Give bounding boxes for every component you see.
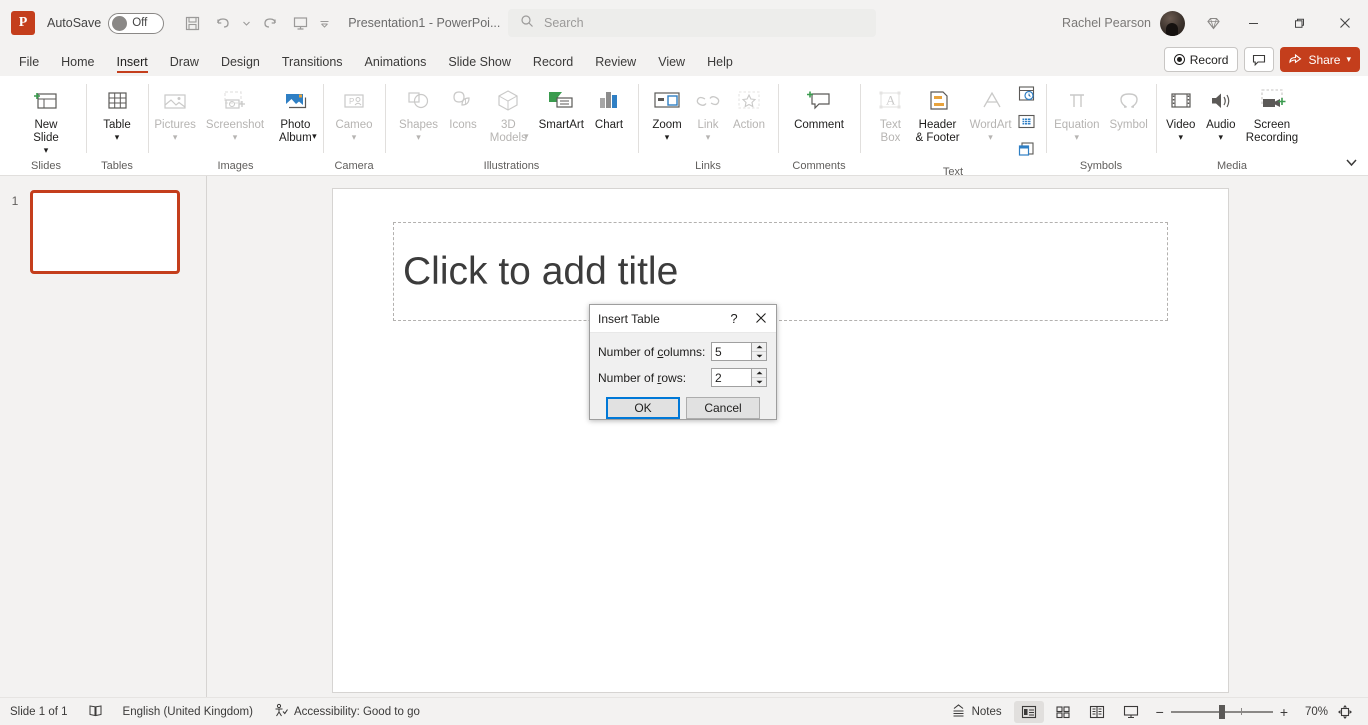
number-of-rows-input[interactable]: 2 bbox=[711, 368, 751, 387]
number-of-rows-spin-buttons[interactable] bbox=[751, 368, 767, 387]
powerpoint-window: P AutoSave Off Presentation1 - PowerPoi.… bbox=[0, 0, 1368, 725]
cancel-button[interactable]: Cancel bbox=[686, 397, 760, 419]
number-of-rows-stepper[interactable]: 2 bbox=[711, 368, 767, 387]
number-of-columns-input[interactable]: 5 bbox=[711, 342, 751, 361]
dialog-layer: Insert Table ? Number of columns: 5 Numb… bbox=[0, 0, 1368, 725]
dialog-body: Number of columns: 5 Number of rows: 2 O… bbox=[590, 333, 776, 419]
number-of-columns-label: Number of columns: bbox=[598, 344, 706, 359]
spin-down-icon[interactable] bbox=[752, 378, 766, 386]
ok-button[interactable]: OK bbox=[606, 397, 680, 419]
dialog-buttons: OK Cancel bbox=[598, 397, 768, 419]
number-of-rows-row: Number of rows: 2 bbox=[598, 366, 768, 389]
number-of-columns-spin-buttons[interactable] bbox=[751, 342, 767, 361]
number-of-rows-label: Number of rows: bbox=[598, 370, 687, 385]
number-of-columns-stepper[interactable]: 5 bbox=[711, 342, 767, 361]
number-of-columns-row: Number of columns: 5 bbox=[598, 340, 768, 363]
spin-down-icon[interactable] bbox=[752, 352, 766, 360]
dialog-title: Insert Table bbox=[598, 311, 660, 326]
spin-up-icon[interactable] bbox=[752, 369, 766, 378]
spin-up-icon[interactable] bbox=[752, 343, 766, 352]
insert-table-dialog[interactable]: Insert Table ? Number of columns: 5 Numb… bbox=[589, 304, 777, 420]
dialog-title-bar[interactable]: Insert Table ? bbox=[590, 305, 776, 333]
dialog-help-button[interactable]: ? bbox=[722, 311, 746, 326]
dialog-close-button[interactable] bbox=[746, 311, 776, 327]
